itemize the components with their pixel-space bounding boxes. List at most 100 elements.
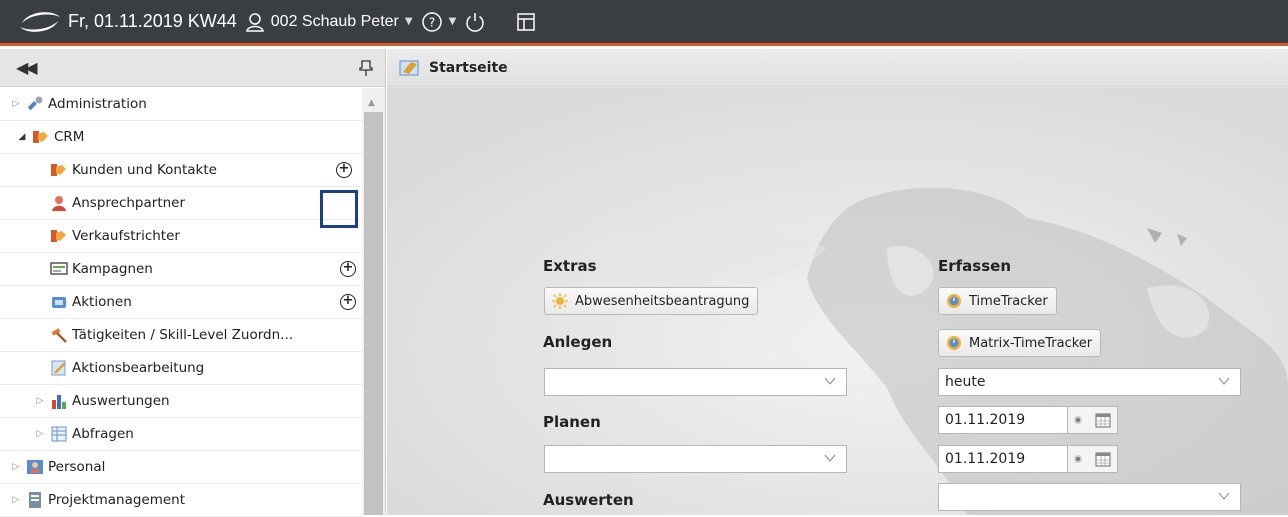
layout-icon[interactable] <box>516 12 536 32</box>
sidebar-item-kampagnen[interactable]: Kampagnen + <box>0 253 362 286</box>
sidebar-item-administration[interactable]: ▷ Administration <box>0 88 362 121</box>
erfassen-bottom-select[interactable] <box>938 483 1241 511</box>
user-icon <box>245 12 264 32</box>
date-from-value[interactable]: 01.11.2019 <box>938 406 1068 434</box>
planen-heading: Planen <box>543 413 601 431</box>
abwesenheitsbeantragung-button[interactable]: Abwesenheitsbeantragung <box>544 287 759 315</box>
scrollbar-thumb[interactable] <box>364 112 383 515</box>
expand-icon[interactable]: ▷ <box>10 99 22 109</box>
sidebar-item-label: CRM <box>54 129 85 145</box>
chevron-down-icon <box>1218 492 1230 500</box>
calendar-icon[interactable] <box>1095 451 1111 467</box>
crm-icon <box>33 131 48 143</box>
app-logo-icon <box>20 11 60 32</box>
sidebar-item-label: Aktionsbearbeitung <box>72 360 205 376</box>
sidebar-item-label: Kunden und Kontakte <box>72 162 217 178</box>
sidebar-item-crm[interactable]: ◢ CRM <box>0 121 362 154</box>
calendar-icon[interactable] <box>1095 412 1111 428</box>
date-tools <box>1068 406 1118 434</box>
power-icon[interactable] <box>464 11 486 33</box>
user-menu-chevron-down-icon[interactable]: ▼ <box>405 16 413 27</box>
clock-icon <box>947 294 961 308</box>
date-tools <box>1068 445 1118 473</box>
user-name[interactable]: 002 Schaub Peter <box>271 13 399 31</box>
sidebar-item-label: Verkaufstrichter <box>72 228 180 244</box>
campaign-icon <box>50 262 68 275</box>
sidebar-scrollbar[interactable]: ▲ <box>362 88 385 515</box>
timetracker-button[interactable]: TimeTracker <box>938 287 1057 315</box>
button-label: TimeTracker <box>969 293 1048 309</box>
clear-icon[interactable] <box>1074 455 1083 463</box>
chevron-down-icon <box>824 454 836 462</box>
startseite-icon <box>399 60 419 75</box>
clear-icon[interactable] <box>1074 416 1083 424</box>
date-to-field[interactable]: 01.11.2019 <box>938 445 1118 473</box>
table-icon <box>51 426 67 442</box>
period-select[interactable]: heute <box>938 368 1241 396</box>
planen-select[interactable] <box>544 445 847 473</box>
edit-icon <box>51 360 66 376</box>
current-date: Fr, 01.11.2019 KW44 <box>68 11 237 31</box>
chevron-down-icon <box>1218 377 1230 385</box>
button-label: Abwesenheitsbeantragung <box>575 293 750 309</box>
sidebar-item-label: Abfragen <box>72 426 134 442</box>
sidebar-item-label: Kampagnen <box>72 261 153 277</box>
person-icon <box>52 196 66 211</box>
sidebar-header: ◀◀ <box>0 49 385 87</box>
main-header: Startseite <box>387 49 1288 87</box>
sidebar-item-taetigkeiten[interactable]: Tätigkeiten / Skill-Level Zuordn... <box>0 319 362 352</box>
sidebar-item-ansprechpartner[interactable]: Ansprechpartner <box>0 187 362 220</box>
sidebar-item-label: Administration <box>48 96 147 112</box>
sidebar-item-personal[interactable]: ▷ Personal <box>0 451 362 484</box>
erfassen-heading: Erfassen <box>938 257 1012 275</box>
sidebar-item-verkaufstrichter[interactable]: Verkaufstrichter <box>0 220 362 253</box>
wrench-icon <box>27 96 43 111</box>
sidebar-item-kunden-und-kontakte[interactable]: Kunden und Kontakte + <box>0 154 362 187</box>
sidebar-item-label: Ansprechpartner <box>72 195 186 211</box>
scroll-up-icon[interactable]: ▲ <box>368 98 375 108</box>
sidebar-item-aktionsbearbeitung[interactable]: Aktionsbearbeitung <box>0 352 362 385</box>
collapse-icon[interactable]: ◢ <box>16 132 28 142</box>
matrix-timetracker-button[interactable]: Matrix-TimeTracker <box>938 329 1102 357</box>
expand-icon[interactable]: ▷ <box>34 429 46 439</box>
collapse-sidebar-icon[interactable]: ◀◀ <box>16 58 38 77</box>
add-kampagne-button[interactable]: + <box>340 261 356 277</box>
chevron-down-icon <box>824 377 836 385</box>
anlegen-heading: Anlegen <box>543 333 613 351</box>
expand-icon[interactable]: ▷ <box>10 462 22 472</box>
navigation-tree: ▷ Administration ◢ CRM Kunden und Kontak… <box>0 88 362 517</box>
date-to-value[interactable]: 01.11.2019 <box>938 445 1068 473</box>
help-menu-chevron-down-icon[interactable]: ▼ <box>449 16 457 27</box>
sidebar-item-projektmanagement[interactable]: ▷ Projektmanagement <box>0 484 362 517</box>
sidebar-item-label: Projektmanagement <box>48 492 186 508</box>
handshake-icon <box>51 164 66 176</box>
sidebar-item-label: Personal <box>48 459 106 475</box>
expand-icon[interactable]: ▷ <box>34 396 46 406</box>
sun-icon <box>552 293 568 309</box>
add-aktion-button[interactable]: + <box>340 294 356 310</box>
page-title: Startseite <box>429 59 508 76</box>
bar-chart-icon <box>52 395 66 409</box>
hammer-icon <box>51 328 67 343</box>
personal-icon <box>27 460 43 474</box>
pin-icon[interactable] <box>357 59 375 77</box>
sidebar-item-auswertungen[interactable]: ▷ Auswertungen <box>0 385 362 418</box>
select-value: heute <box>945 374 986 390</box>
sidebar-item-label: Tätigkeiten / Skill-Level Zuordn... <box>72 327 294 343</box>
help-icon[interactable]: ? <box>421 11 443 33</box>
top-bar: Fr, 01.11.2019 KW44 002 Schaub Peter ▼ ?… <box>0 0 1288 46</box>
clock-icon <box>947 336 961 350</box>
focus-highlight <box>320 190 358 228</box>
sidebar-item-aktionen[interactable]: Aktionen + <box>0 286 362 319</box>
sidebar-item-abfragen[interactable]: ▷ Abfragen <box>0 418 362 451</box>
sidebar-item-label: Aktionen <box>72 294 132 310</box>
anlegen-select[interactable] <box>544 368 847 396</box>
auswerten-heading: Auswerten <box>543 491 634 509</box>
expand-icon[interactable]: ▷ <box>10 495 22 505</box>
extras-heading: Extras <box>543 257 597 275</box>
date-from-field[interactable]: 01.11.2019 <box>938 406 1118 434</box>
project-icon <box>29 492 41 508</box>
navigation-sidebar: ◀◀ ▷ Administration ◢ CRM Kunden und Kon… <box>0 49 386 517</box>
add-kunden-button[interactable]: + <box>336 162 352 178</box>
main-content: Startseite Extras Abwesenheitsbeantragun… <box>387 49 1288 515</box>
